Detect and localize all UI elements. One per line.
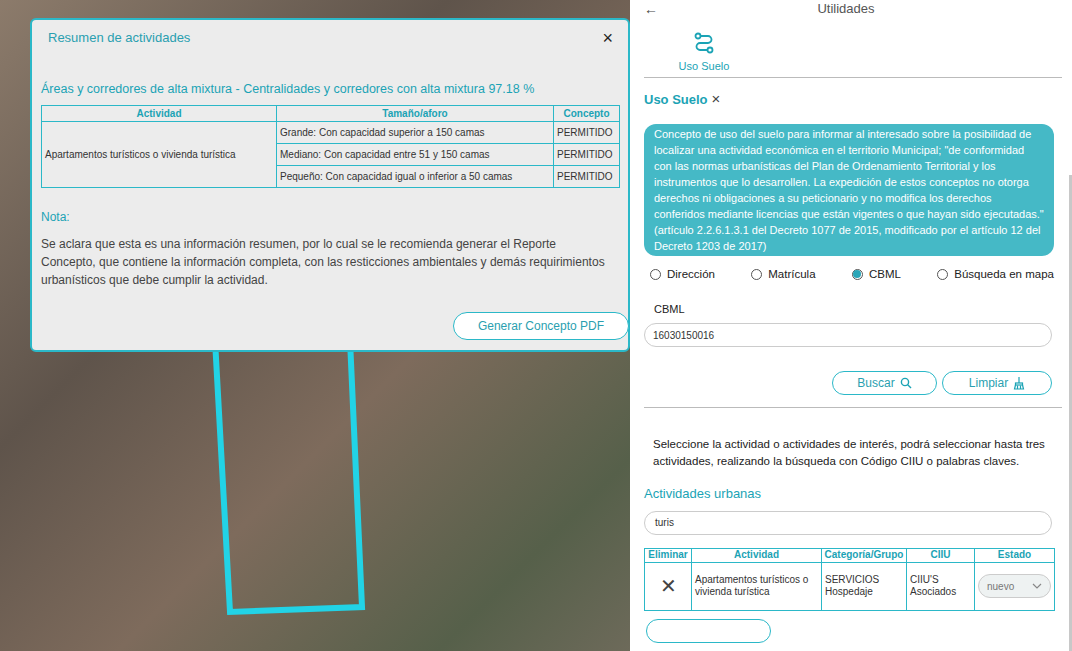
size-cell: Grande: Con capacidad superior a 150 cam… bbox=[277, 121, 554, 143]
table-header-row: EliminarActividadCategoría/GrupoCIIUEsta… bbox=[645, 548, 1055, 562]
column-header: Tamaño/aforo bbox=[277, 105, 554, 121]
table-header-row: ActividadTamaño/aforoConcepto bbox=[42, 105, 620, 121]
info-box: Concepto de uso del suelo para informar … bbox=[644, 124, 1054, 256]
tab-bar: Uso Suelo bbox=[644, 30, 1062, 78]
search-mode-option[interactable]: Dirección bbox=[650, 266, 715, 283]
search-icon bbox=[900, 376, 912, 390]
radio-button[interactable] bbox=[852, 269, 863, 280]
column-header: Actividad bbox=[692, 548, 822, 562]
column-header: Categoría/Grupo bbox=[822, 548, 907, 562]
radio-button[interactable] bbox=[937, 269, 948, 280]
search-mode-label: Matrícula bbox=[768, 266, 815, 283]
column-header: Estado bbox=[975, 548, 1055, 562]
utilities-panel: ←UtilidadesUso SueloUso Suelo×Concepto d… bbox=[630, 0, 1072, 651]
search-mode-group: Dirección Matrícula CBML Búsqueda en mapa bbox=[644, 266, 1054, 283]
activities-summary-dialog[interactable]: Resumen de actividades × Áreas y corredore… bbox=[30, 18, 630, 352]
column-header: Actividad bbox=[42, 105, 277, 121]
panel-header: ←Utilidades bbox=[644, 0, 1054, 18]
scrollbar[interactable] bbox=[1069, 175, 1072, 651]
category-cell: SERVICIOS Hospedaje bbox=[822, 562, 907, 610]
table-row: Apartamentos turísticos o vivienda turís… bbox=[42, 121, 620, 143]
column-header: Eliminar bbox=[645, 548, 692, 562]
search-mode-option[interactable]: Búsqueda en mapa bbox=[937, 266, 1054, 283]
remove-cell: ✕ bbox=[645, 562, 692, 610]
status-cell: nuevo bbox=[975, 562, 1055, 610]
status-select[interactable]: nuevo bbox=[978, 574, 1051, 598]
table-row: Pequeño: Con capacidad igual o inferior … bbox=[42, 165, 620, 187]
broom-icon bbox=[1013, 376, 1025, 390]
activity-search-input[interactable]: turis bbox=[644, 511, 1052, 535]
dialog-header: Resumen de actividades × bbox=[41, 20, 619, 48]
activities-table: ActividadTamaño/aforoConceptoApartamento… bbox=[41, 105, 620, 188]
search-actions: Buscar Limpiar bbox=[644, 371, 1052, 395]
button-label: Limpiar bbox=[969, 374, 1008, 392]
cbml-value: 16030150016 bbox=[653, 328, 714, 343]
search-mode-label: CBML bbox=[869, 266, 901, 283]
clear-button[interactable]: Limpiar bbox=[942, 371, 1052, 395]
remove-button[interactable]: ✕ bbox=[660, 575, 677, 597]
note-text: Se aclara que esta es una información re… bbox=[41, 235, 619, 289]
concept-cell: PERMITIDO bbox=[554, 143, 620, 165]
size-cell: Pequeño: Con capacidad igual o inferior … bbox=[277, 165, 554, 187]
radio-dot bbox=[853, 270, 861, 278]
search-mode-label: Búsqueda en mapa bbox=[954, 266, 1054, 283]
button-label: Buscar bbox=[857, 374, 894, 392]
add-activity-button[interactable] bbox=[646, 619, 771, 643]
search-mode-option[interactable]: CBML bbox=[852, 266, 901, 283]
activity-search-value: turis bbox=[655, 515, 674, 530]
search-button[interactable]: Buscar bbox=[832, 371, 937, 395]
search-mode-label: Dirección bbox=[667, 266, 715, 283]
tab[interactable]: Uso Suelo bbox=[644, 30, 764, 77]
section-header: Uso Suelo× bbox=[644, 88, 1054, 111]
activities-label: Actividades urbanas bbox=[644, 484, 1054, 504]
status-value: nuevo bbox=[987, 579, 1014, 594]
back-button[interactable]: ← bbox=[644, 1, 658, 17]
selected-activities-table: EliminarActividadCategoría/GrupoCIIUEsta… bbox=[644, 548, 1055, 611]
dialog-title: Resumen de actividades bbox=[48, 28, 190, 48]
panel-title: Utilidades bbox=[658, 0, 1054, 19]
activity-row: ✕ Apartamentos turísticos o vivienda turí… bbox=[645, 562, 1055, 610]
section-title: Uso Suelo bbox=[644, 90, 708, 110]
field-label: CBML bbox=[644, 301, 1054, 318]
ciiu-cell: CIIU'S Asociados bbox=[907, 562, 975, 610]
close-button[interactable]: × bbox=[602, 29, 613, 47]
chevron-down-icon bbox=[1032, 583, 1042, 589]
instructions-text: Seleccione la actividad o actividades de… bbox=[644, 436, 1054, 470]
column-header: Concepto bbox=[554, 105, 620, 121]
activity-cell: Apartamentos turísticos o vivienda turís… bbox=[692, 562, 822, 610]
column-header: CIIU bbox=[907, 548, 975, 562]
tab-label: Uso Suelo bbox=[679, 58, 730, 75]
zone-label: Áreas y corredores de alta mixtura - Cen… bbox=[41, 81, 619, 97]
activity-cell: Apartamentos turísticos o vivienda turís… bbox=[42, 121, 277, 187]
generate-pdf-button[interactable]: Generar Concepto PDF bbox=[453, 312, 629, 340]
land-use-icon bbox=[694, 32, 714, 54]
concept-cell: PERMITIDO bbox=[554, 121, 620, 143]
concept-cell: PERMITIDO bbox=[554, 165, 620, 187]
radio-button[interactable] bbox=[650, 269, 661, 280]
dialog-actions: Generar Concepto PDF bbox=[41, 312, 629, 340]
section-close-button[interactable]: × bbox=[712, 88, 721, 111]
size-cell: Mediano: Con capacidad entre 51 y 150 ca… bbox=[277, 143, 554, 165]
separator bbox=[644, 407, 1062, 408]
note-label: Nota: bbox=[41, 208, 619, 226]
radio-button[interactable] bbox=[751, 269, 762, 280]
cbml-input[interactable]: 16030150016 bbox=[644, 323, 1052, 347]
search-mode-option[interactable]: Matrícula bbox=[751, 266, 815, 283]
